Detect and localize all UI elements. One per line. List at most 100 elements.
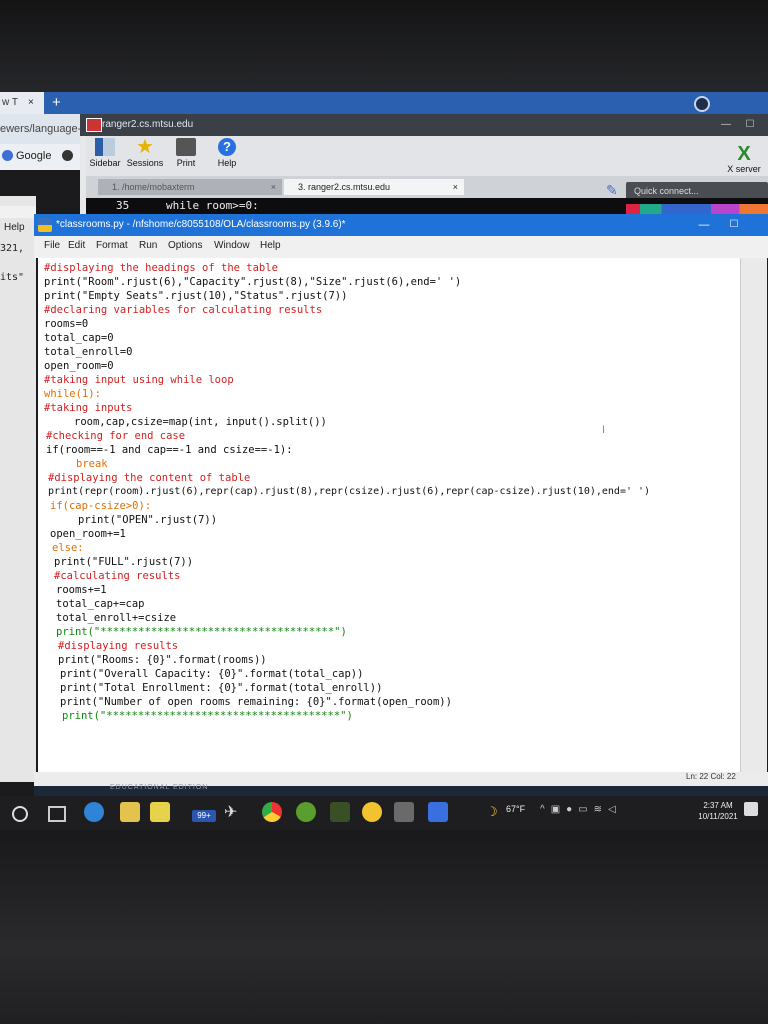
background-help-menu[interactable]: Help <box>4 222 25 233</box>
session-tab-label: 1. /home/mobaxterm <box>112 182 195 192</box>
minimize-icon[interactable]: — <box>716 114 736 136</box>
clock-date: 10/11/2021 <box>698 812 738 821</box>
mobaxterm-logo-icon <box>86 118 102 132</box>
globe-icon[interactable] <box>62 150 73 161</box>
code-line: print("OPEN".rjust(7)) <box>78 514 218 526</box>
session-tab-local[interactable]: 1. /home/mobaxterm × <box>98 179 282 195</box>
code-line: print(repr(room).rjust(6),repr(cap).rjus… <box>48 486 651 497</box>
code-line: print("*********************************… <box>56 626 347 638</box>
python-icon <box>38 218 52 232</box>
code-line: total_enroll=0 <box>44 346 133 358</box>
code-line: else: <box>52 542 84 554</box>
menu-format[interactable]: Format <box>96 240 128 251</box>
code-line: total_cap+=cap <box>56 598 145 610</box>
menu-run[interactable]: Run <box>139 240 157 251</box>
help-label: Help <box>217 158 237 168</box>
bookmark-google[interactable]: Google <box>16 150 51 162</box>
store-icon[interactable] <box>120 802 140 822</box>
code-line: total_cap=0 <box>44 332 114 344</box>
code-line: open_room=0 <box>44 360 114 372</box>
menu-window[interactable]: Window <box>214 240 250 251</box>
background-text: 321, <box>0 243 25 254</box>
edu-banner-text: EDUCATIONAL EDITION <box>110 784 209 791</box>
app-icon[interactable]: ✈ <box>224 802 244 822</box>
code-line: if(room==-1 and cap==-1 and csize==-1): <box>46 444 293 456</box>
menu-file[interactable]: File <box>44 240 60 251</box>
maximize-icon[interactable]: ☐ <box>724 214 744 236</box>
code-line: print("Rooms: {0}".format(rooms)) <box>58 654 267 666</box>
idle-titlebar: *classrooms.py - /nfshome/c8055108/OLA/c… <box>34 214 768 236</box>
code-line: print("Overall Capacity: {0}".format(tot… <box>60 668 364 680</box>
google-icon[interactable] <box>2 150 13 161</box>
close-icon[interactable]: × <box>453 179 458 195</box>
idle-title: *classrooms.py - /nfshome/c8055108/OLA/c… <box>56 219 346 230</box>
weather-icon[interactable]: ☽ <box>486 804 498 820</box>
code-line: open_room+=1 <box>50 528 126 540</box>
file-explorer-icon[interactable] <box>150 802 170 822</box>
system-tray-icons[interactable]: ^▣●▭≋◁ <box>540 804 622 815</box>
new-tab-button[interactable]: + <box>52 92 70 114</box>
eclipse-icon[interactable] <box>296 802 316 822</box>
minecraft-icon[interactable] <box>330 802 350 822</box>
clock-time: 2:37 AM <box>703 801 733 810</box>
print-label: Print <box>176 158 196 168</box>
profile-icon[interactable] <box>694 96 710 112</box>
terminal-line-number: 35 <box>116 199 130 212</box>
sidebar-icon <box>95 138 115 156</box>
task-view-icon[interactable] <box>48 806 66 822</box>
help-icon: ? <box>218 138 236 156</box>
code-line: print("Number of open rooms remaining: {… <box>60 696 452 708</box>
text-cursor-icon: I <box>602 424 606 436</box>
code-line: #displaying results <box>58 640 179 652</box>
code-line: room,cap,csize=map(int, input().split()) <box>74 416 327 428</box>
code-line: rooms+=1 <box>56 584 107 596</box>
code-line: while(1): <box>44 388 101 400</box>
sidebar-label: Sidebar <box>89 158 121 168</box>
minimize-icon[interactable]: — <box>694 214 714 236</box>
mobaxterm-title: ranger2.cs.mtsu.edu <box>102 119 194 130</box>
code-line: #declaring variables for calculating res… <box>44 304 323 316</box>
chrome-icon[interactable] <box>262 802 282 822</box>
star-icon: ★ <box>136 136 154 158</box>
help-button[interactable]: ? Help <box>202 138 252 168</box>
code-line: print("FULL".rjust(7)) <box>54 556 194 568</box>
browser-tab[interactable]: w T × <box>0 92 44 114</box>
notification-badge: 99+ <box>192 810 216 822</box>
code-line: total_enroll+=csize <box>56 612 177 624</box>
menu-help[interactable]: Help <box>260 240 281 251</box>
browser-tab-strip <box>0 92 768 114</box>
clock[interactable]: 2:37 AM 10/11/2021 <box>696 800 740 822</box>
session-tab-ranger[interactable]: 3. ranger2.cs.mtsu.edu × <box>284 179 464 195</box>
cursor-position: Ln: 22 Col: 22 <box>686 772 736 781</box>
start-icon[interactable] <box>12 806 28 822</box>
code-line: if(cap-csize>0): <box>50 500 152 512</box>
maximize-icon[interactable]: ☐ <box>740 114 760 136</box>
close-icon[interactable]: × <box>271 179 276 195</box>
browser-tab-label: w T <box>2 97 18 108</box>
menu-options[interactable]: Options <box>168 240 202 251</box>
edge-icon[interactable] <box>84 802 104 822</box>
monitor-bezel-bottom <box>0 830 768 1024</box>
code-line: #checking for end case <box>46 430 186 442</box>
menu-edit[interactable]: Edit <box>68 240 85 251</box>
x-icon: X <box>737 143 751 165</box>
code-line: rooms=0 <box>44 318 89 330</box>
monitor-bezel-top <box>0 0 768 92</box>
notification-icon[interactable] <box>744 802 758 816</box>
printer-icon <box>176 138 196 156</box>
code-line: #taking inputs <box>44 402 133 414</box>
xserver-label: X server <box>727 164 761 174</box>
code-line: #calculating results <box>54 570 181 582</box>
python-idle-taskbar-icon[interactable] <box>428 802 448 822</box>
editor-scrollbar[interactable] <box>740 258 767 780</box>
mobaxterm-titlebar: ranger2.cs.mtsu.edu <box>80 114 768 136</box>
close-icon[interactable]: × <box>28 97 34 108</box>
mobaxterm-taskbar-icon[interactable] <box>394 802 414 822</box>
chrome-canary-icon[interactable] <box>362 802 382 822</box>
background-text: its" <box>0 272 25 283</box>
session-tab-label: 3. ranger2.cs.mtsu.edu <box>298 182 391 192</box>
code-line: #displaying the headings of the table <box>44 262 278 274</box>
windows-taskbar <box>0 796 768 830</box>
code-line: #taking input using while loop <box>44 374 234 386</box>
xserver-button[interactable]: XX server <box>720 144 768 174</box>
